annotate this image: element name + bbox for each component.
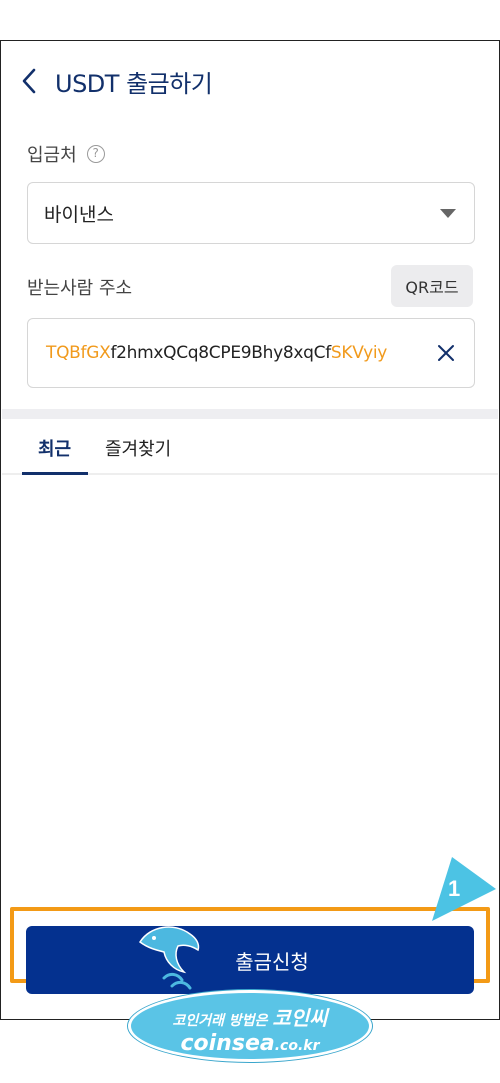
qr-code-button[interactable]: QR코드 (391, 265, 473, 307)
header: USDT 출금하기 (19, 63, 213, 99)
step-arrow-icon (432, 857, 496, 921)
dolphin-icon (138, 926, 200, 990)
app-screen: USDT 출금하기 입금처 ? 바이낸스 받는사람 주소 QR코드 TQBfGX… (0, 40, 500, 1020)
active-tab-indicator (22, 472, 88, 475)
page-title: USDT 출금하기 (55, 69, 213, 98)
clear-icon[interactable] (434, 341, 458, 365)
address-middle: f2hmxQCq8CPE9Bhy8xqCf (110, 343, 331, 363)
withdraw-request-label: 출금신청 (235, 949, 309, 974)
step-number: 1 (448, 876, 461, 901)
caret-down-icon (440, 209, 456, 218)
address-suffix: SKVyiy (330, 343, 388, 363)
watermark-line2: coinsea.co.kr (131, 1031, 369, 1059)
watermark-tld: .co.kr (274, 1038, 320, 1054)
withdraw-request-button[interactable]: 출금신청 (26, 926, 474, 994)
tab-recent[interactable]: 최근 (38, 435, 71, 461)
address-input[interactable]: TQBfGXf2hmxQCq8CPE9Bhy8xqCfSKVyiy (27, 318, 475, 388)
watermark-domain: coinsea (180, 1031, 275, 1056)
site-watermark-badge: 코인거래 방법은 코인씨 coinsea.co.kr (128, 990, 372, 1062)
address-tabs: 최근 즐겨찾기 (2, 419, 498, 475)
address-prefix: TQBfGX (46, 343, 111, 363)
back-arrow-icon[interactable] (19, 67, 41, 95)
destination-label: 입금처 (27, 145, 77, 166)
watermark-line1: 코인거래 방법은 코인씨 (131, 1002, 369, 1031)
watermark-slogan: 코인거래 방법은 (172, 1013, 268, 1029)
help-icon[interactable]: ? (86, 145, 105, 163)
destination-selected-value: 바이낸스 (44, 203, 114, 226)
watermark-brand: 코인씨 (272, 1006, 328, 1030)
destination-label-row: 입금처 ? (27, 141, 105, 167)
address-label: 받는사람 주소 (27, 278, 133, 299)
tab-favorites[interactable]: 즐겨찾기 (105, 435, 171, 461)
destination-select[interactable]: 바이낸스 (27, 182, 475, 244)
section-divider (2, 409, 498, 419)
address-value: TQBfGXf2hmxQCq8CPE9Bhy8xqCfSKVyiy (46, 343, 387, 363)
